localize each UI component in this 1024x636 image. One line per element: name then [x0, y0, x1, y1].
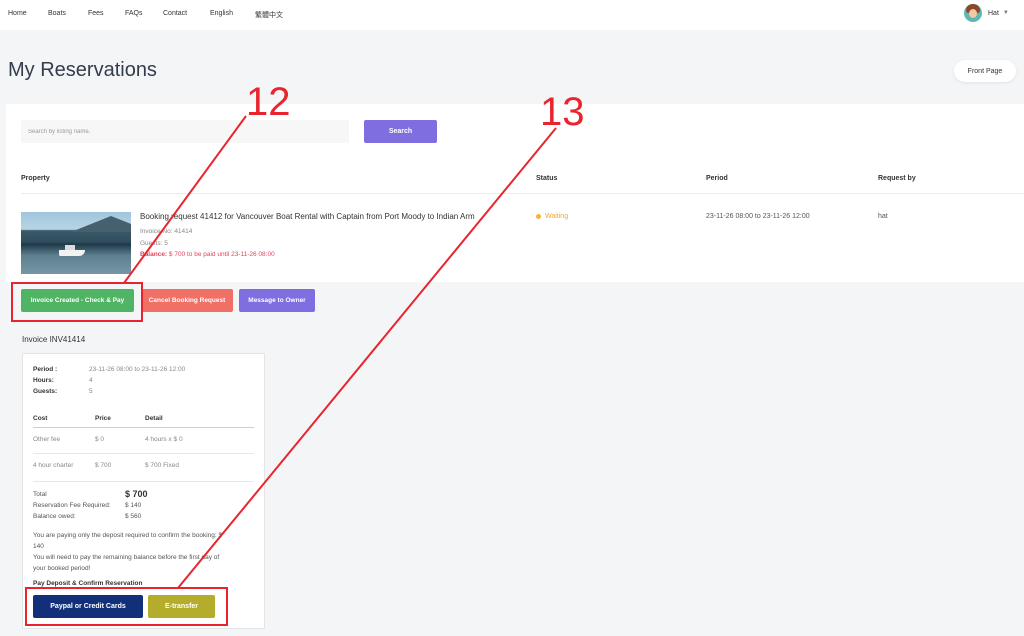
- deposit-note: You will need to pay the remaining balan…: [33, 554, 220, 561]
- search-input[interactable]: [21, 120, 349, 143]
- fee-value: $ 140: [125, 502, 142, 509]
- nav-faqs[interactable]: FAQs: [125, 10, 143, 17]
- reservation-title[interactable]: Booking request 41412 for Vancouver Boat…: [140, 212, 475, 221]
- pay-deposit-title: Pay Deposit & Confirm Reservation: [33, 580, 143, 587]
- header-period: Period: [706, 175, 728, 182]
- period-label: Period :: [33, 366, 58, 373]
- paypal-button[interactable]: Paypal or Credit Cards: [33, 595, 143, 618]
- period-value: 23-11-26 08:00 to 23-11-26 12:00: [706, 213, 810, 220]
- top-nav: Home Boats Fees FAQs Contact English 繁體中…: [0, 0, 1024, 30]
- row-rule: [33, 481, 254, 482]
- status-badge: Waiting: [536, 213, 568, 220]
- chevron-down-icon: ▼: [1002, 10, 1009, 16]
- table-divider: [21, 193, 1024, 194]
- request-by-value: hat: [878, 213, 888, 220]
- hours-value: 4: [89, 377, 93, 384]
- nav-fees[interactable]: Fees: [88, 10, 104, 17]
- annotation-label-13: 13: [540, 90, 585, 134]
- status-dot-icon: [536, 214, 541, 219]
- owed-value: $ 560: [125, 513, 142, 520]
- etransfer-button[interactable]: E-transfer: [148, 595, 215, 618]
- row-1-price: $ 700: [95, 462, 112, 469]
- guests-count: Guests: 5: [140, 240, 168, 247]
- owed-label: Balance owed:: [33, 513, 76, 520]
- deposit-note: 140: [33, 543, 44, 550]
- search-button[interactable]: Search: [364, 120, 437, 143]
- invoice-title: Invoice INV41414: [22, 335, 86, 344]
- row-0-cost: Other fee: [33, 436, 61, 443]
- nav-english[interactable]: English: [210, 10, 233, 17]
- fee-label: Reservation Fee Required:: [33, 502, 111, 509]
- deposit-note: You are paying only the deposit required…: [33, 532, 223, 539]
- nav-chinese[interactable]: 繁體中文: [255, 10, 283, 20]
- guests-value: 5: [89, 388, 93, 395]
- period-detail: 23-11-26 08:00 to 23-11-26 12:00: [89, 366, 186, 373]
- listing-thumbnail[interactable]: [21, 212, 131, 274]
- message-owner-button[interactable]: Message to Owner: [239, 289, 315, 312]
- nav-contact[interactable]: Contact: [163, 10, 187, 17]
- col-price: Price: [95, 415, 111, 422]
- row-rule: [33, 453, 254, 454]
- row-0-price: $ 0: [95, 436, 105, 443]
- nav-home[interactable]: Home: [8, 10, 27, 17]
- invoice-check-pay-button[interactable]: Invoice Created - Check & Pay: [21, 289, 134, 312]
- invoice-header-rule: [33, 427, 254, 428]
- nav-boats[interactable]: Boats: [48, 10, 66, 17]
- header-request-by: Request by: [878, 175, 916, 182]
- user-menu[interactable]: Hat ▼: [964, 4, 1009, 22]
- header-status: Status: [536, 175, 558, 182]
- col-detail: Detail: [145, 415, 163, 422]
- guests-label: Guests:: [33, 388, 58, 395]
- row-0-detail: 4 hours x $ 0: [145, 436, 183, 443]
- user-name: Hat: [988, 9, 999, 17]
- cancel-booking-button[interactable]: Cancel Booking Request: [141, 289, 233, 312]
- page-title: My Reservations: [8, 59, 157, 81]
- col-cost: Cost: [33, 415, 48, 422]
- hours-label: Hours:: [33, 377, 54, 384]
- avatar: [964, 4, 982, 22]
- row-1-cost: 4 hour charter: [33, 462, 74, 469]
- header-property: Property: [21, 175, 50, 182]
- total-value: $ 700: [125, 489, 148, 499]
- row-1-detail: $ 700 Fixed: [145, 462, 179, 469]
- balance-text: Balance: $ 700 to be paid until 23-11-26…: [140, 251, 275, 258]
- invoice-number: Invoice No: 41414: [140, 228, 193, 235]
- front-page-button[interactable]: Front Page: [954, 60, 1016, 82]
- deposit-note: your booked period!: [33, 565, 91, 572]
- total-label: Total: [33, 491, 47, 498]
- annotation-label-12: 12: [246, 80, 291, 124]
